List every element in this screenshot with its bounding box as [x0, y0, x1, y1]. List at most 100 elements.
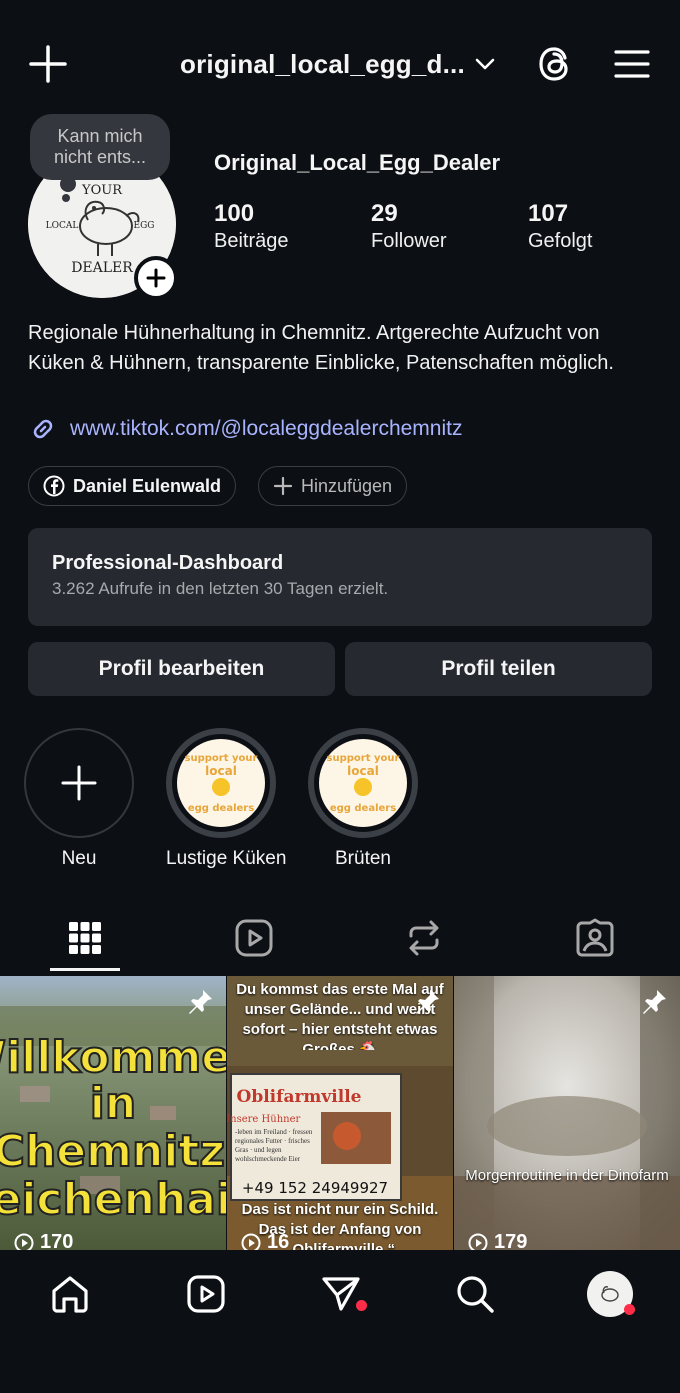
svg-text:support your: support your — [185, 753, 258, 764]
svg-text:YOUR: YOUR — [81, 183, 123, 198]
menu-button[interactable] — [610, 42, 654, 86]
nav-profile[interactable] — [586, 1270, 635, 1318]
tab-tagged[interactable] — [560, 908, 630, 968]
tab-reposts[interactable] — [389, 908, 459, 968]
egg-dealers-sticker: support your local egg dealers — [319, 739, 407, 827]
svg-text:Unsere Hühner: Unsere Hühner — [227, 1114, 300, 1125]
svg-text:+49 152 24949927: +49 152 24949927 — [242, 1179, 388, 1197]
reposts-icon — [409, 920, 439, 956]
edit-profile-button[interactable]: Profil bearbeiten — [28, 642, 335, 696]
dashboard-title: Professional-Dashboard — [52, 552, 284, 574]
share-profile-button[interactable]: Profil teilen — [345, 642, 652, 696]
post-thumbnail[interactable]: Morgenroutine in der Dinofarm 179 — [454, 976, 680, 1250]
account-username: original_local_egg_d... — [180, 48, 465, 79]
svg-text:EGG: EGG — [134, 221, 155, 231]
notification-dot — [356, 1300, 367, 1311]
menu-icon — [614, 50, 650, 78]
nav-reels[interactable] — [182, 1270, 230, 1318]
profile-display-name: Original_Local_Egg_Dealer — [214, 150, 501, 175]
profile-link[interactable]: www.tiktok.com/@localeggdealerchemnitz — [28, 414, 462, 444]
profile-link-text: www.tiktok.com/@localeggdealerchemnitz — [70, 417, 463, 440]
profile-tabs — [0, 908, 680, 974]
profile-bio: Regionale Hühnerhaltung in Chemnitz. Art… — [28, 322, 614, 374]
highlight-label: Neu — [61, 848, 97, 869]
plus-icon — [273, 476, 293, 496]
chevron-down-icon — [475, 58, 495, 70]
tab-grid[interactable] — [50, 908, 120, 968]
view-count-text: 170 — [40, 1231, 74, 1250]
svg-text:Chemnitz-: Chemnitz- — [0, 1126, 226, 1177]
svg-text:in: in — [90, 1078, 136, 1129]
view-count-text: 16 — [267, 1231, 290, 1250]
profile-note[interactable]: Kann mich nicht ents... — [30, 114, 170, 180]
pin-icon — [189, 990, 212, 1014]
dashboard-subtitle: 3.262 Aufrufe in den letzten 30 Tagen er… — [52, 579, 389, 598]
facebook-chip-label: Daniel Eulenwald — [73, 475, 222, 496]
svg-text:DEALER: DEALER — [71, 260, 133, 276]
svg-text:Willkommen: Willkommen — [0, 1032, 226, 1083]
bottom-navigation — [0, 1250, 680, 1393]
highlight-new[interactable]: Neu — [24, 728, 134, 870]
post-image: Morgenroutine in der Dinofarm — [454, 976, 680, 1250]
active-tab-indicator — [50, 968, 120, 971]
pin-icon — [416, 990, 439, 1014]
highlight-label: Lustige Küken — [166, 848, 287, 869]
account-switcher[interactable]: original_local_egg_d... — [180, 44, 495, 84]
stat-label: Follower — [371, 230, 447, 252]
svg-text:egg dealers: egg dealers — [330, 803, 396, 814]
threads-button[interactable] — [534, 42, 578, 86]
note-text: Kann mich nicht ents... — [53, 126, 147, 167]
play-icon — [241, 1233, 261, 1250]
post-thumbnail[interactable]: Du kommst das erste Mal auf unser Geländ… — [227, 976, 453, 1250]
create-button[interactable] — [24, 40, 72, 88]
tab-reels[interactable] — [219, 908, 289, 968]
stat-label: Beiträge — [214, 230, 289, 252]
tagged-icon — [576, 918, 614, 957]
post-image: Du kommst das erste Mal auf unser Geländ… — [227, 976, 453, 1250]
nav-direct[interactable] — [317, 1270, 367, 1318]
add-link-chip[interactable]: Hinzufügen — [258, 466, 408, 506]
link-icon — [33, 419, 53, 439]
stat-posts[interactable]: 100 Beiträge — [214, 200, 289, 253]
add-link-label: Hinzufügen — [301, 475, 393, 496]
reels-icon — [235, 919, 273, 957]
threads-icon — [539, 47, 568, 81]
plus-icon — [61, 765, 97, 801]
highlight-circle — [24, 728, 134, 838]
highlight-lustige-kueken[interactable]: support your local egg dealers Lustige K… — [166, 728, 287, 870]
egg-dealers-sticker: support your local egg dealers — [177, 739, 265, 827]
highlight-brueten[interactable]: support your local egg dealers Brüten — [308, 728, 418, 870]
reels-icon — [187, 1275, 225, 1313]
svg-text:support your: support your — [327, 753, 400, 764]
professional-dashboard[interactable]: Professional-Dashboard 3.262 Aufrufe in … — [28, 528, 652, 626]
stat-value: 107 — [528, 200, 569, 227]
stat-following[interactable]: 107 Gefolgt — [528, 200, 592, 253]
post-thumbnail[interactable]: Willkommen in Chemnitz- Reichenhain 170 — [0, 976, 226, 1250]
search-icon — [457, 1276, 494, 1313]
plus-icon — [29, 45, 67, 83]
svg-text:egg dealers: egg dealers — [188, 803, 254, 814]
facebook-chip[interactable]: Daniel Eulenwald — [28, 466, 237, 506]
play-icon — [468, 1233, 488, 1250]
plus-icon — [146, 268, 166, 288]
view-count-text: 179 — [494, 1231, 528, 1250]
nav-home[interactable] — [46, 1270, 94, 1318]
notification-dot — [624, 1304, 635, 1315]
view-count: 179 — [468, 1231, 527, 1250]
nav-search[interactable] — [451, 1270, 499, 1318]
post-grid: Willkommen in Chemnitz- Reichenhain 170 … — [0, 976, 680, 1250]
view-count: 170 — [14, 1231, 73, 1250]
send-icon — [322, 1277, 360, 1311]
egg-dealer-logo — [601, 1286, 619, 1302]
note-bubble-tail — [60, 176, 76, 192]
post-image: Willkommen in Chemnitz- Reichenhain — [0, 976, 226, 1250]
facebook-icon — [43, 475, 65, 497]
add-story-button[interactable] — [134, 256, 178, 300]
stat-followers[interactable]: 29 Follower — [371, 200, 447, 253]
stat-value: 100 — [214, 200, 255, 227]
svg-text:LOCAL: LOCAL — [46, 221, 79, 231]
play-icon — [14, 1233, 34, 1250]
highlight-circle: support your local egg dealers — [308, 728, 418, 838]
pin-icon — [643, 990, 666, 1014]
note-bubble-tail-small — [62, 194, 70, 202]
